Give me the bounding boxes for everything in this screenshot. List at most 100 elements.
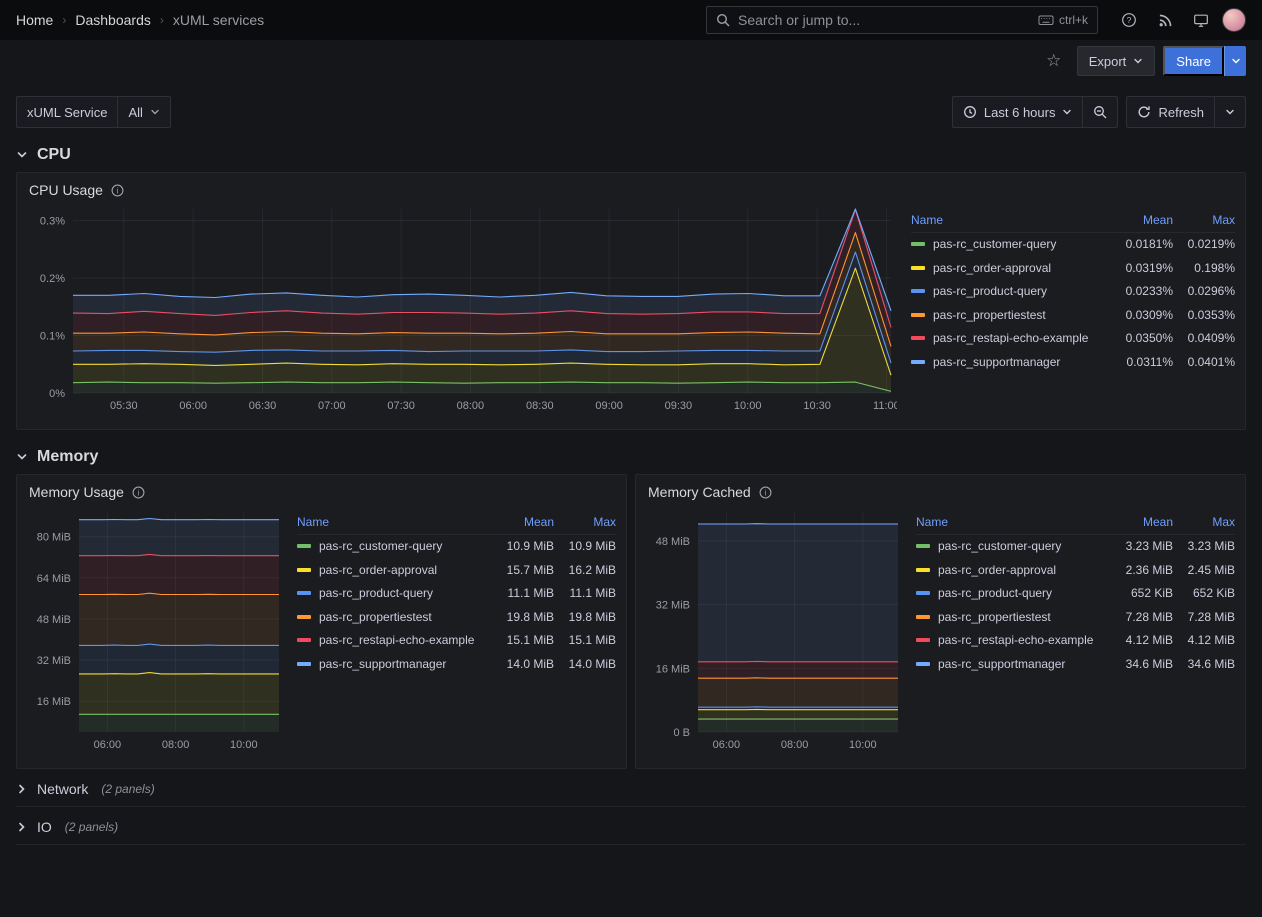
svg-text:08:30: 08:30 (526, 400, 554, 412)
refresh-button[interactable]: Refresh (1127, 97, 1214, 127)
dashboard-canvas: xUML Service All Last 6 hours (0, 82, 1262, 917)
cpu-usage-chart[interactable]: 0%0.1%0.2%0.3%05:3006:0006:3007:0007:300… (27, 201, 897, 415)
legend-row[interactable]: pas-rc_propertiestest7.28 MiB7.28 MiB (916, 605, 1235, 629)
panel-title: Memory Usage (29, 484, 124, 500)
breadcrumb-home[interactable]: Home (16, 12, 53, 28)
legend-row[interactable]: pas-rc_restapi-echo-example4.12 MiB4.12 … (916, 629, 1235, 653)
panel-memory-cached: Memory Cached i 0 B16 MiB32 MiB48 MiB06:… (635, 474, 1246, 769)
legend-row[interactable]: pas-rc_customer-query10.9 MiB10.9 MiB (297, 535, 616, 559)
svg-text:0 B: 0 B (673, 727, 690, 739)
section-header-io[interactable]: IO (2 panels) (16, 819, 1246, 845)
series-color-swatch (297, 591, 311, 595)
series-color-swatch (916, 615, 930, 619)
series-color-swatch (911, 313, 925, 317)
panel-title-row[interactable]: Memory Usage i (17, 475, 626, 503)
legend-row[interactable]: pas-rc_restapi-echo-example15.1 MiB15.1 … (297, 629, 616, 653)
legend-row[interactable]: pas-rc_product-query652 KiB652 KiB (916, 582, 1235, 606)
breadcrumb-separator: › (160, 13, 164, 27)
svg-text:10:30: 10:30 (803, 400, 831, 412)
chevron-down-icon (16, 149, 28, 161)
info-icon: i (111, 184, 124, 197)
legend-row[interactable]: pas-rc_order-approval2.36 MiB2.45 MiB (916, 558, 1235, 582)
series-color-swatch (916, 591, 930, 595)
search-icon (716, 13, 730, 27)
legend-row[interactable]: pas-rc_product-query0.0233%0.0296% (911, 280, 1235, 304)
variable-value-dropdown[interactable]: All (117, 97, 169, 127)
legend-row[interactable]: pas-rc_order-approval15.7 MiB16.2 MiB (297, 558, 616, 582)
monitor-icon[interactable] (1186, 5, 1216, 35)
breadcrumb-separator: › (62, 13, 66, 27)
info-icon: i (132, 486, 145, 499)
svg-text:07:00: 07:00 (318, 400, 346, 412)
series-color-swatch (911, 360, 925, 364)
legend-row[interactable]: pas-rc_order-approval0.0319%0.198% (911, 256, 1235, 280)
svg-text:06:00: 06:00 (94, 739, 122, 751)
breadcrumb: Home › Dashboards › xUML services (16, 12, 264, 28)
svg-text:06:30: 06:30 (249, 400, 277, 412)
svg-text:08:00: 08:00 (781, 739, 809, 751)
svg-text:10:00: 10:00 (230, 739, 258, 751)
time-range-picker[interactable]: Last 6 hours (953, 97, 1083, 127)
help-icon[interactable]: ? (1114, 5, 1144, 35)
section-title: IO (37, 819, 52, 835)
svg-text:06:00: 06:00 (713, 739, 741, 751)
info-icon: i (759, 486, 772, 499)
series-color-swatch (297, 638, 311, 642)
svg-text:05:30: 05:30 (110, 400, 138, 412)
zoom-out-button[interactable] (1082, 97, 1117, 127)
chevron-down-icon (150, 107, 160, 117)
svg-text:08:00: 08:00 (457, 400, 485, 412)
panel-cpu-usage: CPU Usage i 0%0.1%0.2%0.3%05:3006:0006:3… (16, 172, 1246, 430)
series-color-swatch (911, 266, 925, 270)
rss-news-icon[interactable] (1150, 5, 1180, 35)
legend-header[interactable]: NameMeanMax (911, 209, 1235, 233)
memory-usage-legend: NameMeanMaxpas-rc_customer-query10.9 MiB… (285, 511, 616, 754)
svg-text:32 MiB: 32 MiB (37, 655, 71, 667)
series-color-swatch (911, 336, 925, 340)
legend-header[interactable]: NameMeanMax (297, 511, 616, 535)
series-color-swatch (916, 544, 930, 548)
legend-row[interactable]: pas-rc_supportmanager14.0 MiB14.0 MiB (297, 652, 616, 676)
section-header-cpu[interactable]: CPU (16, 146, 1246, 164)
svg-text:i: i (138, 488, 140, 497)
search-field[interactable] (738, 12, 1030, 28)
panel-count-note: (2 panels) (101, 782, 154, 796)
breadcrumb-dashboards[interactable]: Dashboards (75, 12, 151, 28)
panel-title-row[interactable]: CPU Usage i (17, 173, 1245, 201)
legend-row[interactable]: pas-rc_customer-query3.23 MiB3.23 MiB (916, 535, 1235, 559)
chevron-down-icon (1225, 107, 1235, 117)
svg-text:09:30: 09:30 (665, 400, 693, 412)
legend-row[interactable]: pas-rc_restapi-echo-example0.0350%0.0409… (911, 327, 1235, 351)
user-avatar[interactable] (1222, 8, 1246, 32)
legend-row[interactable]: pas-rc_customer-query0.0181%0.0219% (911, 233, 1235, 257)
svg-text:i: i (117, 186, 119, 195)
share-dropdown-caret[interactable] (1224, 46, 1246, 76)
time-picker-group: Last 6 hours (952, 96, 1119, 128)
panel-title-row[interactable]: Memory Cached i (636, 475, 1245, 503)
svg-text:16 MiB: 16 MiB (656, 663, 690, 675)
star-icon[interactable]: ☆ (1039, 46, 1069, 76)
variable-label: xUML Service (17, 97, 117, 127)
legend-header[interactable]: NameMeanMax (916, 511, 1235, 535)
search-input[interactable]: ctrl+k (706, 6, 1098, 34)
legend-row[interactable]: pas-rc_supportmanager0.0311%0.0401% (911, 350, 1235, 374)
keyboard-icon (1038, 13, 1054, 27)
panel-memory-usage: Memory Usage i 16 MiB32 MiB48 MiB64 MiB8… (16, 474, 627, 769)
clock-icon (963, 105, 977, 119)
panel-title: Memory Cached (648, 484, 751, 500)
memory-panels-row: Memory Usage i 16 MiB32 MiB48 MiB64 MiB8… (16, 474, 1246, 769)
export-button[interactable]: Export (1077, 46, 1156, 76)
share-button[interactable]: Share (1163, 46, 1224, 76)
legend-row[interactable]: pas-rc_propertiestest0.0309%0.0353% (911, 303, 1235, 327)
memory-cached-chart[interactable]: 0 B16 MiB32 MiB48 MiB06:0008:0010:00 (646, 503, 904, 754)
section-header-memory[interactable]: Memory (16, 448, 1246, 466)
legend-row[interactable]: pas-rc_product-query11.1 MiB11.1 MiB (297, 582, 616, 606)
section-header-network[interactable]: Network (2 panels) (16, 781, 1246, 807)
memory-usage-chart[interactable]: 16 MiB32 MiB48 MiB64 MiB80 MiB06:0008:00… (27, 503, 285, 754)
svg-text:0.2%: 0.2% (40, 273, 65, 285)
legend-row[interactable]: pas-rc_propertiestest19.8 MiB19.8 MiB (297, 605, 616, 629)
refresh-interval-dropdown[interactable] (1214, 97, 1245, 127)
legend-row[interactable]: pas-rc_supportmanager34.6 MiB34.6 MiB (916, 652, 1235, 676)
chevron-down-icon (1133, 56, 1143, 66)
svg-text:32 MiB: 32 MiB (656, 600, 690, 612)
